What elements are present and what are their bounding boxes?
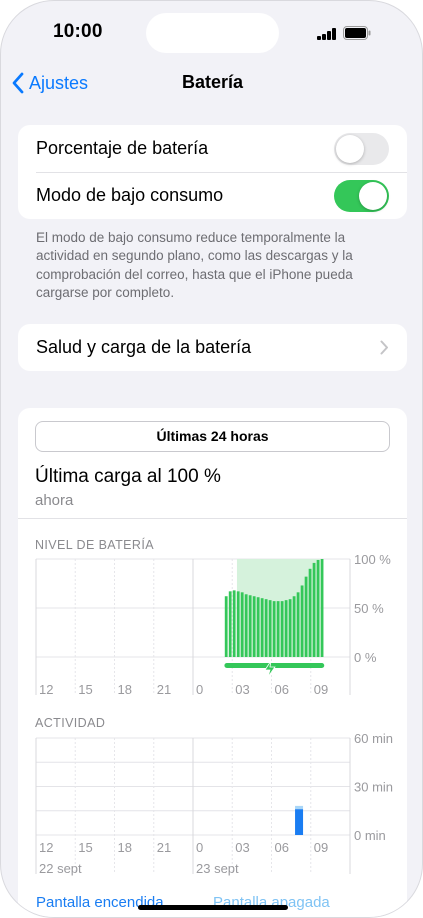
phone-screen: 10:00 Ajustes Batería Porcentaje de bate… — [0, 0, 423, 918]
activity-y-tick-label: 30 min — [354, 780, 393, 795]
battery-level-bar — [304, 576, 308, 657]
battery-x-tick-label: 15 — [78, 682, 92, 697]
battery-level-bar — [248, 595, 252, 657]
battery-y-tick-label: 0 % — [354, 650, 377, 665]
battery-x-tick-label: 12 — [39, 682, 53, 697]
battery-level-bar — [280, 601, 284, 657]
battery-level-bar — [244, 594, 248, 657]
battery-level-bar — [224, 596, 228, 657]
activity-x-tick-label: 09 — [314, 840, 328, 855]
battery-level-chart: 100 % 50 % 0 % 12 15 18 21 0 03 06 09 60 min 30 min 0… — [35, 552, 393, 876]
activity-x-tick-label: 21 — [157, 840, 171, 855]
screen-off-bar — [295, 805, 304, 810]
activity-y-tick-label: 60 min — [354, 731, 393, 746]
battery-level-bar — [312, 562, 316, 657]
battery-level-bar — [256, 597, 260, 657]
activity-x-tick-label: 0 — [196, 840, 203, 855]
activity-y-tick-label: 0 min — [354, 828, 386, 843]
battery-y-tick-label: 100 % — [354, 552, 391, 567]
activity-x-tick-label: 03 — [235, 840, 249, 855]
battery-level-bar — [320, 559, 324, 657]
battery-level-bar — [284, 600, 288, 657]
date-label-end: 23 sept — [196, 861, 239, 876]
battery-x-tick-label: 09 — [314, 682, 328, 697]
activity-x-tick-label: 15 — [78, 840, 92, 855]
battery-level-bar — [232, 590, 236, 657]
battery-x-tick-label: 03 — [235, 682, 249, 697]
home-indicator — [138, 905, 288, 910]
battery-level-bar — [240, 592, 244, 657]
date-label-start: 22 sept — [39, 861, 82, 876]
battery-x-tick-label: 21 — [157, 682, 171, 697]
battery-level-bar — [260, 598, 264, 657]
activity-x-tick-label: 06 — [275, 840, 289, 855]
battery-x-tick-label: 18 — [118, 682, 132, 697]
battery-level-bar — [300, 585, 304, 657]
battery-level-bar — [308, 568, 312, 657]
battery-level-bar — [272, 601, 276, 657]
battery-level-bar — [236, 591, 240, 657]
battery-level-bar — [276, 601, 280, 657]
battery-level-bar — [228, 591, 232, 657]
screen-on-bar — [295, 809, 304, 835]
battery-x-tick-label: 0 — [196, 682, 203, 697]
battery-level-bar — [288, 599, 292, 657]
battery-level-bar — [292, 596, 296, 657]
battery-level-bar — [268, 600, 272, 657]
battery-level-bar — [252, 596, 256, 657]
battery-level-bar — [296, 592, 300, 657]
activity-x-tick-label: 12 — [39, 840, 53, 855]
battery-x-tick-label: 06 — [275, 682, 289, 697]
battery-level-bar — [264, 599, 268, 657]
battery-level-bar — [316, 559, 320, 657]
battery-y-tick-label: 50 % — [354, 601, 384, 616]
activity-x-tick-label: 18 — [118, 840, 132, 855]
